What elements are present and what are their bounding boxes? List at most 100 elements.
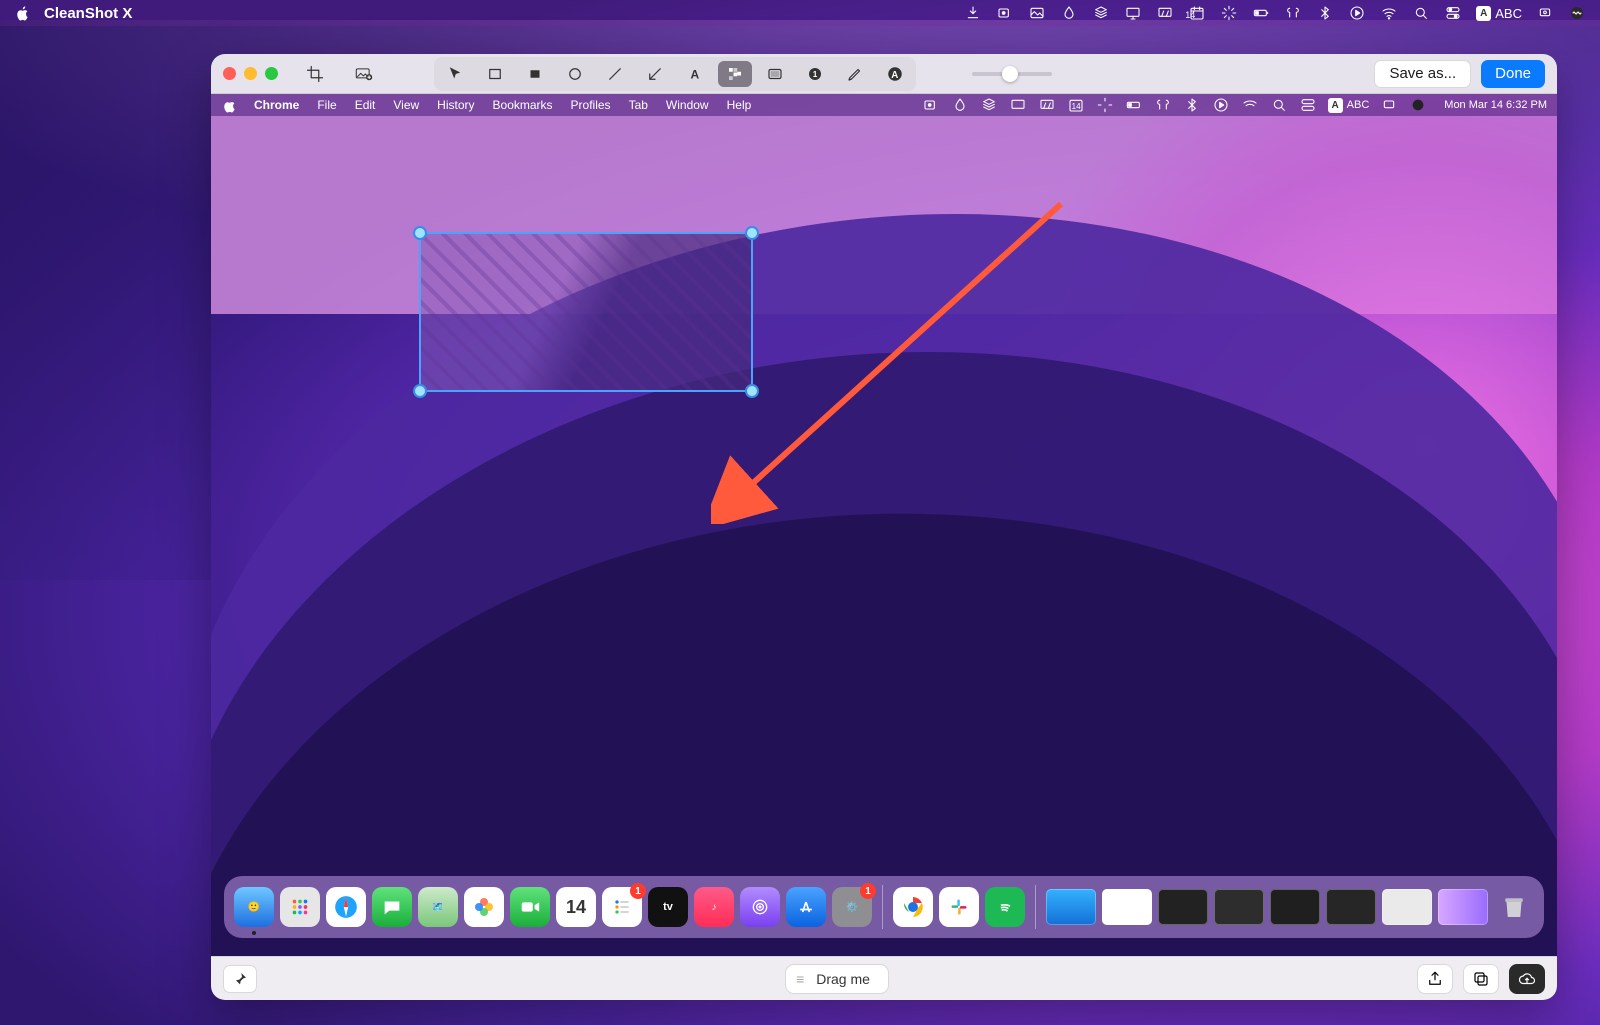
record-icon [922,97,940,113]
canvas[interactable]: Chrome File Edit View History Bookmarks … [211,94,1557,956]
screenshot-dock: 🙂 🗺️ 14 1 tv ♪ ⚙️1 [224,876,1544,938]
screenshot-menus: Chrome File Edit View History Bookmarks … [254,98,751,112]
apple-logo-icon[interactable] [14,5,32,21]
siri-icon[interactable] [1568,5,1586,21]
download-icon[interactable] [964,5,982,21]
dock-finder: 🙂 [234,887,274,927]
dock-reminders: 1 [602,887,642,927]
dock-window-thumb [1382,889,1432,925]
dock-window-thumb [1214,889,1264,925]
host-app-name[interactable]: CleanShot X [44,5,132,22]
grip-icon: ≡ [796,971,806,987]
user-switch-icon[interactable] [1536,5,1554,21]
resize-handle-tl[interactable] [413,226,427,240]
airpods-icon[interactable] [1284,5,1302,21]
host-menubar: CleanShot X 14 AABC [0,0,1600,26]
airpods-icon [1154,97,1172,113]
counter-tool[interactable]: 1 [798,61,832,87]
sparkle-icon[interactable] [1220,5,1238,21]
export-button[interactable] [1417,964,1453,994]
text-style-tool[interactable]: A [878,61,912,87]
dock-appstore [786,887,826,927]
dock-trash [1494,887,1534,927]
wifi-icon [1241,97,1259,113]
done-button[interactable]: Done [1481,60,1545,88]
window-controls [223,67,278,80]
record-icon[interactable] [996,5,1014,21]
add-background-button[interactable] [342,61,386,87]
search-icon[interactable] [1412,5,1430,21]
menu-item: Help [727,98,752,112]
display-icon[interactable] [1124,5,1142,21]
dock-launchpad [280,887,320,927]
pixelate-selection[interactable] [419,232,753,392]
stack-icon[interactable] [1092,5,1110,21]
siri-icon [1409,97,1427,113]
size-slider[interactable] [972,72,1052,76]
dock-messages [372,887,412,927]
drag-label: Drag me [816,971,870,987]
picture-icon[interactable] [1028,5,1046,21]
pin-button[interactable] [223,965,257,993]
dock-window-thumb [1046,889,1096,925]
drag-handle[interactable]: ≡ Drag me [785,964,889,994]
dock-tv: tv [648,887,688,927]
pen-tool[interactable] [838,61,872,87]
play-circle-icon [1212,97,1230,113]
pixelate-tool[interactable] [718,61,752,87]
dock-separator [1035,885,1036,929]
dock-window-thumb [1270,889,1320,925]
clock: Mon Mar 14 6:32 PM [1444,99,1547,111]
resize-handle-bl[interactable] [413,384,427,398]
droplet-icon[interactable] [1060,5,1078,21]
calendar-icon[interactable]: 14 [1188,5,1206,21]
editor-toolbar: A 1 A Save as... Done [211,54,1557,94]
upload-cloud-button[interactable] [1509,964,1545,994]
text-tool[interactable]: A [678,61,712,87]
user-switch-icon [1380,97,1398,113]
resize-handle-br[interactable] [745,384,759,398]
close-window-button[interactable] [223,67,236,80]
dock-music: ♪ [694,887,734,927]
svg-text:1: 1 [813,70,818,79]
arrow-tool[interactable] [638,61,672,87]
menu-item: History [437,98,474,112]
sparkle-icon [1096,97,1114,113]
dock-maps: 🗺️ [418,887,458,927]
battery-icon[interactable] [1252,5,1270,21]
bluetooth-icon[interactable] [1316,5,1334,21]
wifi-icon[interactable] [1380,5,1398,21]
input-source[interactable]: AABC [1476,6,1522,21]
copy-button[interactable] [1463,964,1499,994]
mirror-icon[interactable] [1156,5,1174,21]
dock-settings: ⚙️1 [832,887,872,927]
battery-icon [1125,97,1143,113]
control-center-icon[interactable] [1444,5,1462,21]
dock-window-thumb [1438,889,1488,925]
menu-item: Bookmarks [493,98,553,112]
menu-item: Window [666,98,709,112]
host-status-area: 14 AABC [964,5,1586,21]
editor-bottom-bar: ≡ Drag me [211,956,1557,1000]
zoom-window-button[interactable] [265,67,278,80]
editor-window: A 1 A Save as... Done Chrome File Edit [211,54,1557,1000]
svg-text:A: A [891,69,898,80]
ellipse-tool[interactable] [558,61,592,87]
dock-podcasts [740,887,780,927]
save-as-button[interactable]: Save as... [1374,60,1471,88]
menu-item: Edit [355,98,376,112]
dock-spotify [985,887,1025,927]
highlight-tool[interactable] [758,61,792,87]
minimize-window-button[interactable] [244,67,257,80]
rectangle-tool[interactable] [478,61,512,87]
resize-handle-tr[interactable] [745,226,759,240]
control-center-icon [1299,97,1317,113]
menu-item: File [317,98,336,112]
play-circle-icon[interactable] [1348,5,1366,21]
crop-button[interactable] [298,61,332,87]
select-tool[interactable] [438,61,472,87]
filled-rect-tool[interactable] [518,61,552,87]
mirror-icon [1038,97,1056,113]
bluetooth-icon [1183,97,1201,113]
line-tool[interactable] [598,61,632,87]
